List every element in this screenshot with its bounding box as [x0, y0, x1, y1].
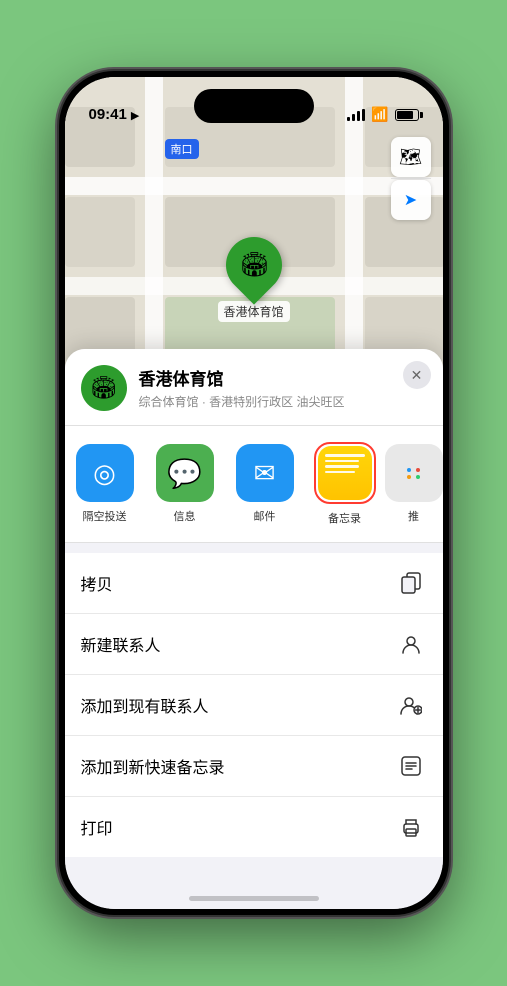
- airdrop-icon: ◎: [93, 458, 116, 489]
- notes-line-3: [325, 465, 359, 468]
- location-button[interactable]: ➤: [391, 180, 431, 220]
- dot-green: [416, 475, 420, 479]
- close-button[interactable]: ✕: [403, 361, 431, 389]
- airdrop-label: 隔空投送: [83, 508, 127, 524]
- copy-label: 拷贝: [81, 571, 113, 595]
- new-contact-icon: [395, 628, 427, 660]
- notes-highlight-border: [314, 442, 376, 504]
- venue-header: 🏟 香港体育馆 综合体育馆 · 香港特别行政区 油尖旺区 ✕: [65, 349, 443, 426]
- map-pin: 🏟 香港体育馆: [217, 237, 289, 322]
- home-indicator: [189, 896, 319, 901]
- venue-info: 香港体育馆 综合体育馆 · 香港特别行政区 油尖旺区: [139, 365, 427, 410]
- messages-icon: 💬: [167, 457, 202, 490]
- mail-icon-wrap: ✉: [236, 444, 294, 502]
- pin-icon: 🏟: [238, 251, 268, 280]
- more-label: 推: [408, 508, 419, 524]
- share-row: ◎ 隔空投送 💬 信息 ✉ 邮件: [65, 426, 443, 543]
- action-new-contact[interactable]: 新建联系人: [65, 614, 443, 675]
- share-item-mail[interactable]: ✉ 邮件: [225, 444, 305, 524]
- share-item-more[interactable]: 推: [385, 444, 443, 524]
- phone-screen: 09:41 ▶ 📶: [65, 77, 443, 909]
- battery-icon: [395, 109, 419, 121]
- wifi-icon: 📶: [371, 106, 388, 123]
- dot-blue-1: [407, 468, 411, 472]
- messages-label: 信息: [174, 508, 196, 524]
- action-add-existing[interactable]: 添加到现有联系人: [65, 675, 443, 736]
- action-list: 拷贝 新建联系人: [65, 553, 443, 857]
- airdrop-icon-wrap: ◎: [76, 444, 134, 502]
- copy-icon: [395, 567, 427, 599]
- notes-line-4: [325, 471, 355, 474]
- add-existing-label: 添加到现有联系人: [81, 693, 209, 717]
- bottom-sheet: 🏟 香港体育馆 综合体育馆 · 香港特别行政区 油尖旺区 ✕ ◎ 隔空投送: [65, 349, 443, 909]
- print-label: 打印: [81, 815, 113, 839]
- add-existing-icon: [395, 689, 427, 721]
- dot-orange: [407, 475, 411, 479]
- share-item-notes[interactable]: 备忘录: [305, 442, 385, 526]
- more-dots-row-2: [407, 475, 420, 479]
- location-label: 南口: [165, 139, 199, 159]
- share-item-airdrop[interactable]: ◎ 隔空投送: [65, 444, 145, 524]
- add-notes-icon: [395, 750, 427, 782]
- venue-description: 综合体育馆 · 香港特别行政区 油尖旺区: [139, 393, 427, 410]
- map-type-button[interactable]: 🗺: [391, 137, 431, 177]
- more-dots-row: [407, 468, 420, 472]
- more-dots-wrap: [385, 444, 443, 502]
- notes-icon-wrap: [318, 446, 372, 500]
- notes-line-2: [325, 460, 359, 463]
- action-print[interactable]: 打印: [65, 797, 443, 857]
- dot-red: [416, 468, 420, 472]
- action-copy[interactable]: 拷贝: [65, 553, 443, 614]
- venue-icon: 🏟: [81, 365, 127, 411]
- status-time: 09:41: [89, 106, 127, 125]
- map-controls: 🗺 ➤: [391, 137, 431, 220]
- venue-name: 香港体育馆: [139, 365, 427, 390]
- new-contact-label: 新建联系人: [81, 632, 161, 656]
- pin-circle: 🏟: [214, 225, 293, 304]
- dynamic-island: [194, 89, 314, 123]
- signal-icon: [347, 109, 365, 121]
- phone-frame: 09:41 ▶ 📶: [59, 71, 449, 915]
- status-icons: 📶: [347, 106, 418, 125]
- add-notes-label: 添加到新快速备忘录: [81, 754, 225, 778]
- notes-line-1: [325, 454, 365, 457]
- print-icon: [395, 811, 427, 843]
- mail-icon: ✉: [254, 458, 276, 489]
- share-item-messages[interactable]: 💬 信息: [145, 444, 225, 524]
- action-add-notes[interactable]: 添加到新快速备忘录: [65, 736, 443, 797]
- notes-label: 备忘录: [328, 510, 361, 526]
- mail-label: 邮件: [254, 508, 276, 524]
- location-arrow-icon: ▶: [131, 109, 139, 122]
- messages-icon-wrap: 💬: [156, 444, 214, 502]
